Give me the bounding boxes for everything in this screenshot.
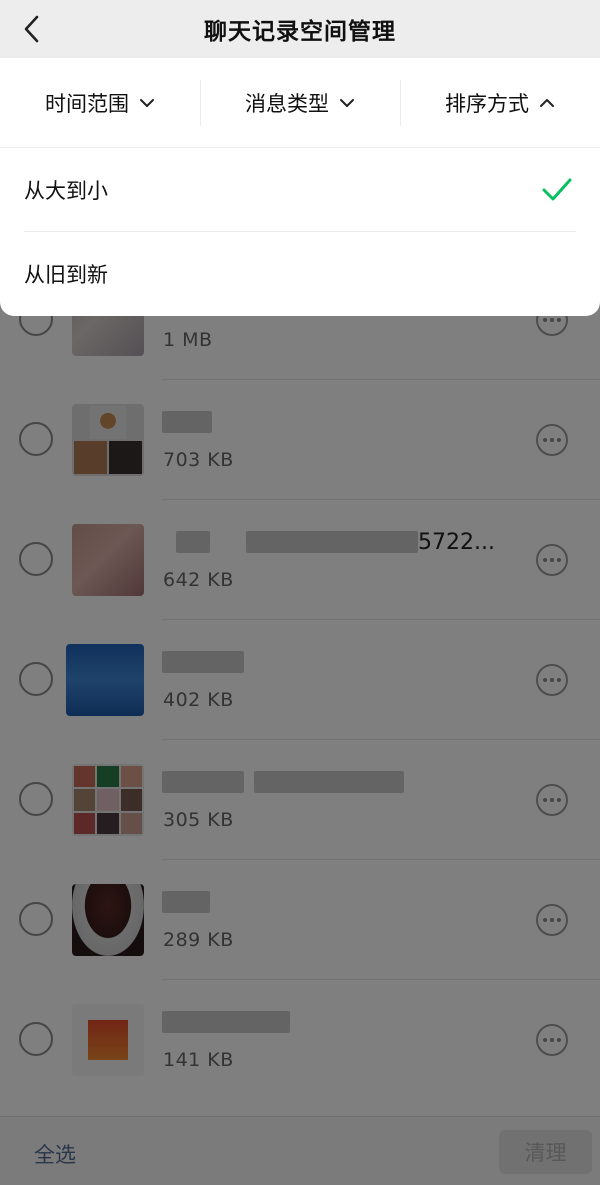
chevron-left-icon — [24, 15, 39, 43]
filter-bar: 时间范围 消息类型 排序方式 — [0, 58, 600, 148]
filter-time-range[interactable]: 时间范围 — [0, 58, 200, 148]
back-button[interactable] — [16, 12, 46, 46]
top-bar: 聊天记录空间管理 — [0, 0, 600, 58]
sort-dropdown-panel: 时间范围 消息类型 排序方式 从大到小 从旧到新 — [0, 58, 600, 316]
filter-label: 时间范围 — [45, 91, 129, 116]
filter-message-type[interactable]: 消息类型 — [200, 58, 400, 148]
filter-label: 消息类型 — [245, 91, 329, 116]
filter-label: 排序方式 — [445, 91, 529, 116]
page-title: 聊天记录空间管理 — [204, 19, 396, 45]
checkmark-icon — [542, 178, 572, 201]
sort-option-large-to-small[interactable]: 从大到小 — [24, 148, 576, 232]
chevron-down-icon — [340, 98, 354, 107]
option-label: 从旧到新 — [24, 263, 108, 287]
filter-sort-order[interactable]: 排序方式 — [400, 58, 600, 148]
chevron-up-icon — [540, 98, 554, 107]
chevron-down-icon — [140, 98, 154, 107]
option-label: 从大到小 — [24, 178, 108, 203]
sort-option-old-to-new[interactable]: 从旧到新 — [24, 232, 576, 316]
